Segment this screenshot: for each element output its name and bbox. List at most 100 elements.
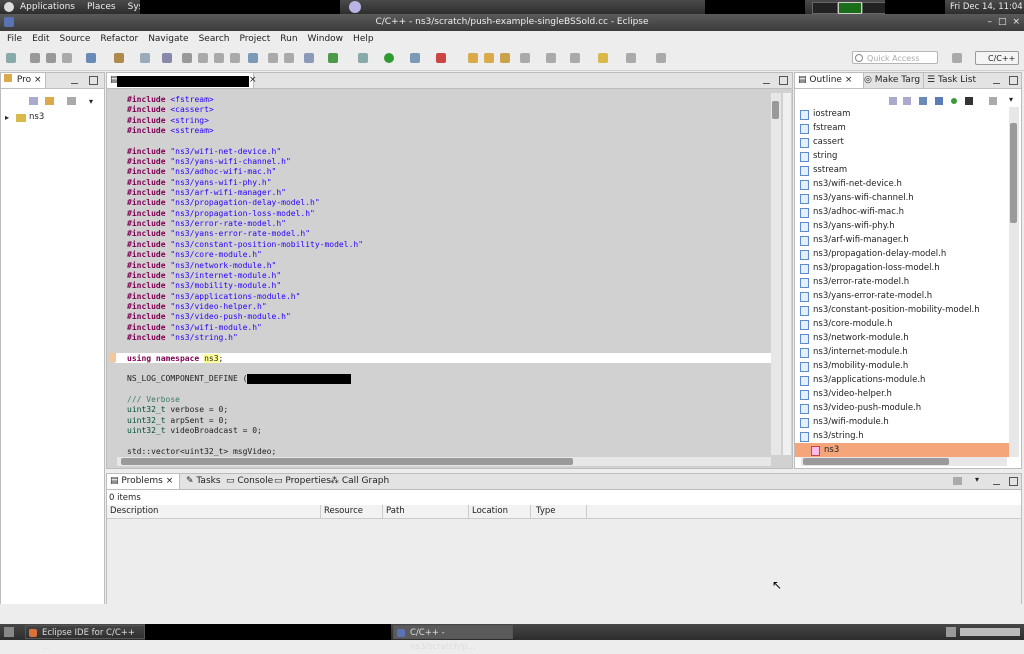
outline-item[interactable]: ns3/core-module.h <box>800 317 1009 331</box>
menu-refactor[interactable]: Refactor <box>95 34 143 44</box>
refresh-icon[interactable] <box>328 53 338 63</box>
outline-item[interactable]: iostream <box>800 107 1009 121</box>
column-path[interactable]: Path <box>383 505 469 518</box>
maximize-view-icon[interactable] <box>89 76 98 85</box>
menu-help[interactable]: Help <box>348 34 379 44</box>
outline-item[interactable]: ns3/error-rate-model.h <box>800 275 1009 289</box>
minimize-view-icon[interactable] <box>71 76 78 84</box>
outline-item[interactable]: ns3/propagation-delay-model.h <box>800 247 1009 261</box>
view-menu-icon[interactable]: ▾ <box>1009 95 1013 104</box>
quick-access-input[interactable]: Quick Access <box>852 51 938 64</box>
open-folder-icon[interactable] <box>468 53 478 63</box>
hide-nonpublic-icon[interactable] <box>951 98 957 104</box>
tab-console[interactable]: ▭ Console <box>223 474 276 489</box>
open-perspective-icon[interactable] <box>952 53 962 63</box>
outline-item[interactable]: ns3/applications-module.h <box>800 373 1009 387</box>
gnome-foot-icon[interactable] <box>4 2 14 12</box>
new-class-icon[interactable] <box>304 53 314 63</box>
link-editor-icon[interactable] <box>989 97 997 105</box>
close-icon[interactable]: × <box>249 73 257 88</box>
perspective-cpp-button[interactable]: C/C++ <box>975 51 1019 65</box>
profile-icon[interactable] <box>410 53 420 63</box>
column-location[interactable]: Location <box>469 505 531 518</box>
new-icon[interactable] <box>6 53 16 63</box>
view-menu-icon[interactable]: ▾ <box>975 475 979 484</box>
menu-edit[interactable]: Edit <box>27 34 54 44</box>
menu-window[interactable]: Window <box>303 34 349 44</box>
save-icon[interactable] <box>30 53 40 63</box>
debug-icon[interactable] <box>358 53 368 63</box>
outline-item[interactable]: ns3/constant-position-mobility-model.h <box>800 303 1009 317</box>
code-area[interactable]: #include <fstream> #include <cassert> #inc… <box>127 95 777 457</box>
column-type[interactable]: Type <box>533 505 587 518</box>
outline-item[interactable]: ns3 <box>795 443 1009 457</box>
close-icon[interactable]: × <box>1012 14 1020 31</box>
maximize-view-icon[interactable] <box>1009 477 1018 486</box>
scroll-thumb[interactable] <box>803 458 949 465</box>
new-project-icon[interactable] <box>248 53 258 63</box>
edit-icon[interactable] <box>520 53 530 63</box>
filter-icon[interactable] <box>67 97 76 105</box>
clock[interactable]: Fri Dec 14, 11:04 <box>950 1 1023 13</box>
search-icon[interactable] <box>162 53 172 63</box>
project-item-ns3[interactable]: ns3 <box>29 112 44 122</box>
task-eclipse-window[interactable]: C/C++ - ns3/scratch/p... <box>393 625 513 652</box>
back-icon[interactable] <box>626 53 636 63</box>
editor-vertical-scrollbar[interactable] <box>771 93 781 455</box>
last-edit-icon[interactable] <box>598 53 608 63</box>
outline-item[interactable]: ns3/string.h <box>800 429 1009 443</box>
hide-macros-icon[interactable] <box>965 97 973 105</box>
outline-item[interactable]: cassert <box>800 135 1009 149</box>
minimize-view-icon[interactable] <box>993 76 1000 84</box>
new-folder-icon[interactable] <box>268 53 278 63</box>
editor-horizontal-scrollbar[interactable] <box>117 457 771 466</box>
hide-fields-icon[interactable] <box>919 97 927 105</box>
run-icon[interactable] <box>384 53 394 63</box>
open-file-icon[interactable] <box>484 53 494 63</box>
tab-properties[interactable]: ▭ Properties <box>271 474 334 489</box>
toggle-mark-icon[interactable] <box>182 53 192 63</box>
menu-source[interactable]: Source <box>55 34 96 44</box>
trash-icon[interactable] <box>946 627 956 637</box>
column-description[interactable]: Description <box>107 505 321 518</box>
collapse-all-icon[interactable] <box>29 97 38 105</box>
eclipse-window-icon[interactable] <box>4 17 14 27</box>
menu-project[interactable]: Project <box>234 34 275 44</box>
save-all-icon[interactable] <box>46 53 56 63</box>
open-type-icon[interactable] <box>214 53 224 63</box>
places-menu[interactable]: Places <box>81 2 122 12</box>
close-icon[interactable]: × <box>34 75 42 85</box>
workspace-switcher[interactable] <box>960 628 1020 636</box>
maximize-view-icon[interactable] <box>779 76 788 85</box>
open-element-icon[interactable] <box>230 53 240 63</box>
outline-item[interactable]: ns3/video-helper.h <box>800 387 1009 401</box>
outline-item[interactable]: ns3/wifi-module.h <box>800 415 1009 429</box>
next-annotation-icon[interactable] <box>570 53 580 63</box>
task-eclipse-ide[interactable]: Eclipse IDE for C/C++ ... <box>25 625 145 652</box>
maximize-icon[interactable]: □ <box>998 14 1007 31</box>
minimize-view-icon[interactable] <box>763 76 770 84</box>
show-desktop-icon[interactable] <box>4 627 14 637</box>
sort-icon[interactable] <box>903 97 911 105</box>
tab-make-targets[interactable]: ◎ Make Targ <box>861 73 923 88</box>
scroll-thumb[interactable] <box>772 101 779 119</box>
outline-item[interactable]: ns3/propagation-loss-model.h <box>800 261 1009 275</box>
view-menu-icon[interactable]: ▾ <box>89 97 93 106</box>
tab-tasks[interactable]: ✎ Tasks <box>183 474 224 489</box>
outline-item[interactable]: ns3/video-push-module.h <box>800 401 1009 415</box>
link-editor-icon[interactable] <box>45 97 54 105</box>
maximize-view-icon[interactable] <box>1009 76 1018 85</box>
tab-project-explorer[interactable]: Pro × <box>1 73 46 88</box>
outline-item[interactable]: ns3/yans-wifi-channel.h <box>800 191 1009 205</box>
build-config-icon[interactable] <box>114 53 124 63</box>
outline-item[interactable]: ns3/yans-error-rate-model.h <box>800 289 1009 303</box>
print-icon[interactable] <box>62 53 72 63</box>
close-icon[interactable]: × <box>845 75 853 85</box>
menu-navigate[interactable]: Navigate <box>143 34 193 44</box>
expand-arrow-icon[interactable]: ▸ <box>5 113 9 122</box>
hide-static-icon[interactable] <box>935 97 943 105</box>
debug-launch-icon[interactable] <box>140 53 150 63</box>
outline-item[interactable]: ns3/arf-wifi-manager.h <box>800 233 1009 247</box>
collapse-all-icon[interactable] <box>889 97 897 105</box>
refactor-icon[interactable] <box>198 53 208 63</box>
